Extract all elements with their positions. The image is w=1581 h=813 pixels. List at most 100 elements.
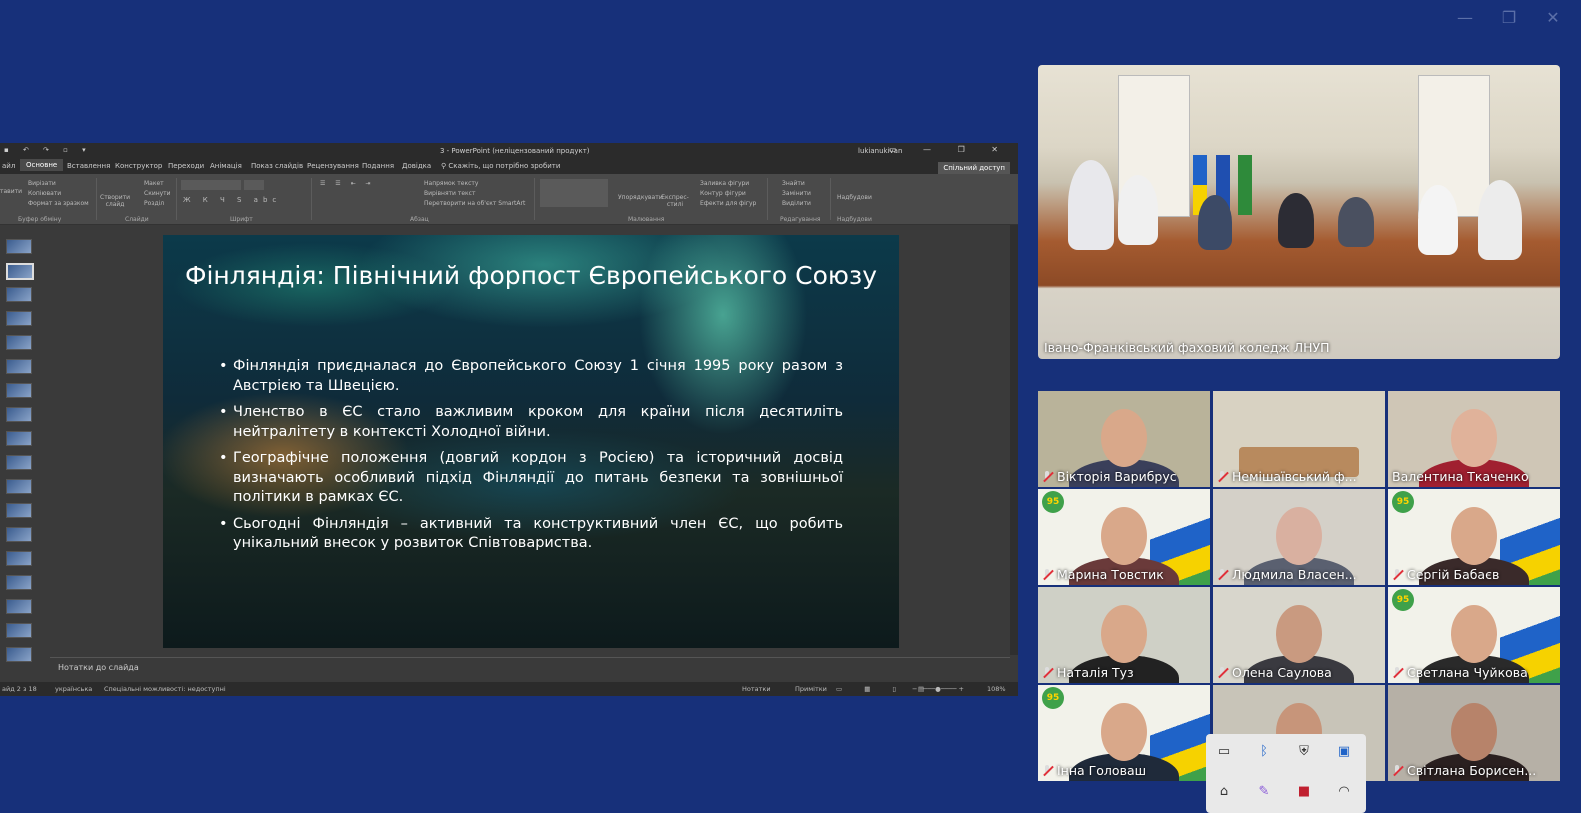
- paragraph-buttons[interactable]: ☰ ☰ ⇤ ⇥: [320, 180, 375, 187]
- participant-tile[interactable]: Світлана Борисен...: [1388, 685, 1560, 781]
- slide-thumbnail[interactable]: [6, 431, 32, 446]
- status-accessibility[interactable]: Спеціальні можливості: недоступні: [104, 685, 226, 693]
- tab-review[interactable]: Рецензування: [307, 162, 359, 170]
- paste-button[interactable]: тавити: [0, 188, 22, 195]
- participant-tile[interactable]: 95 Светлана Чуйкова: [1388, 587, 1560, 683]
- notes-toggle-button[interactable]: Нотатки: [742, 685, 771, 693]
- participant-name: Валентина Ткаченко: [1392, 469, 1529, 484]
- find-button[interactable]: Знайти: [782, 180, 805, 187]
- tellme-box[interactable]: ⚲ Скажіть, що потрібно зробити: [441, 162, 560, 170]
- quick-styles-button[interactable]: Експрес-стилі: [660, 194, 690, 208]
- bullet-item: Фінляндія приєдналася до Європейського С…: [219, 357, 843, 396]
- tab-help[interactable]: Довідка: [402, 162, 431, 170]
- zoom-slider[interactable]: − ────●──── +: [912, 685, 964, 693]
- tab-home[interactable]: Основне: [20, 159, 64, 171]
- participant-tile[interactable]: Валентина Ткаченко: [1388, 391, 1560, 487]
- participant-tile[interactable]: Олена Саулова: [1213, 587, 1385, 683]
- mic-off-icon: [1217, 667, 1228, 678]
- participant-tile[interactable]: 95 Інна Головаш: [1038, 685, 1210, 781]
- slide-thumbnail[interactable]: [6, 599, 32, 614]
- slide-thumbnail[interactable]: [6, 551, 32, 566]
- slide-bullets[interactable]: Фінляндія приєдналася до Європейського С…: [219, 357, 843, 561]
- addins-button[interactable]: Надбудови: [837, 194, 872, 201]
- slide-thumbnail[interactable]: [6, 503, 32, 518]
- ppt-window-controls[interactable]: ▭ — ❐ ✕: [889, 145, 1010, 154]
- shape-fill-button[interactable]: Заливка фігури: [700, 180, 749, 187]
- wifi-icon[interactable]: ◠: [1336, 784, 1352, 800]
- tab-file[interactable]: айл: [2, 162, 15, 170]
- vertical-scrollbar[interactable]: [1010, 225, 1018, 655]
- main-video-tile[interactable]: Івано-Франківський фаховий коледж ЛНУП: [1038, 65, 1560, 359]
- slide-thumbnail[interactable]: [6, 335, 32, 350]
- tab-transitions[interactable]: Переходи: [168, 162, 204, 170]
- pen-icon[interactable]: ✎: [1256, 784, 1272, 800]
- font-name-box[interactable]: [181, 180, 241, 190]
- slide-thumbnail[interactable]: [6, 479, 32, 494]
- slide-thumbnail[interactable]: [6, 575, 32, 590]
- tab-insert[interactable]: Вставлення: [67, 162, 110, 170]
- participant-tile[interactable]: Вікторія Варибрус: [1038, 391, 1210, 487]
- align-text-button[interactable]: Вирівняти текст: [424, 190, 475, 197]
- shape-outline-button[interactable]: Контур фігури: [700, 190, 746, 197]
- tab-design[interactable]: Конструктор: [115, 162, 162, 170]
- copy-button[interactable]: Копіювати: [28, 190, 61, 197]
- participant-tile[interactable]: 95 Марина Товстик: [1038, 489, 1210, 585]
- participant-face: [1451, 703, 1497, 761]
- monitor-icon[interactable]: ▭: [1216, 744, 1232, 760]
- usb-icon[interactable]: ⌂: [1216, 784, 1232, 800]
- group-font: Шрифт: [230, 216, 253, 223]
- shield-icon[interactable]: ⛨: [1296, 744, 1312, 760]
- text-direction-button[interactable]: Напрямок тексту: [424, 180, 478, 187]
- slide-thumbnail[interactable]: [6, 359, 32, 374]
- divider: [311, 178, 312, 220]
- slide-thumbnail[interactable]: [6, 311, 32, 326]
- quick-access-toolbar[interactable]: ▪ ↶ ↷ ▫ ▾: [4, 146, 92, 154]
- layout-button[interactable]: Макет: [144, 180, 164, 187]
- slide-thumbnail[interactable]: [6, 287, 32, 302]
- new-slide-button[interactable]: Створити слайд: [100, 194, 130, 208]
- security-icon[interactable]: ■: [1296, 784, 1312, 800]
- tab-view[interactable]: Подання: [362, 162, 394, 170]
- display-icon[interactable]: ▣: [1336, 744, 1352, 760]
- slide-thumbnail[interactable]: [6, 239, 32, 254]
- slide-thumbnail[interactable]: [6, 383, 32, 398]
- restore-icon[interactable]: ❐: [1499, 8, 1519, 28]
- person: [1478, 180, 1522, 260]
- shapes-gallery[interactable]: [540, 179, 608, 207]
- shape-effects-button[interactable]: Ефекти для фігур: [700, 200, 756, 207]
- slide-thumbnail[interactable]: [6, 647, 32, 662]
- section-button[interactable]: Розділ: [144, 200, 164, 207]
- replace-button[interactable]: Замінити: [782, 190, 811, 197]
- slide-title[interactable]: Фінляндія: Північний форпост Європейсько…: [163, 259, 899, 292]
- system-tray-popup: ▭ ᛒ ⛨ ▣ ⌂ ✎ ■ ◠: [1206, 734, 1366, 813]
- logo-95: 95: [1392, 589, 1414, 611]
- font-size-box[interactable]: [244, 180, 264, 190]
- participant-tile[interactable]: Наталія Туз: [1038, 587, 1210, 683]
- select-button[interactable]: Виділити: [782, 200, 811, 207]
- comments-button[interactable]: Примітки: [795, 685, 827, 693]
- participant-tile[interactable]: Немішаївський ф...: [1213, 391, 1385, 487]
- participant-tile[interactable]: 95 Сергій Бабаєв: [1388, 489, 1560, 585]
- arrange-button[interactable]: Упорядкувати: [618, 194, 663, 201]
- bluetooth-icon[interactable]: ᛒ: [1256, 744, 1272, 760]
- format-painter-button[interactable]: Формат за зразком: [28, 200, 89, 207]
- smartart-button[interactable]: Перетворити на об'єкт SmartArt: [424, 200, 525, 207]
- reset-button[interactable]: Скинути: [144, 190, 171, 197]
- minimize-icon[interactable]: —: [1455, 8, 1475, 28]
- font-format-buttons[interactable]: Ж К Ч S abc: [183, 196, 281, 204]
- slide-thumbnail[interactable]: [6, 623, 32, 638]
- status-language[interactable]: українська: [55, 685, 92, 693]
- group-addins: Надбудови: [837, 216, 872, 223]
- tab-animations[interactable]: Анімація: [210, 162, 242, 170]
- zoom-level[interactable]: 108%: [987, 685, 1006, 693]
- slide-thumbnail[interactable]: [6, 263, 34, 280]
- participant-tile[interactable]: Людмила Власен...: [1213, 489, 1385, 585]
- cut-button[interactable]: Вирізати: [28, 180, 56, 187]
- tab-slideshow[interactable]: Показ слайдів: [251, 162, 303, 170]
- close-icon[interactable]: ✕: [1543, 8, 1563, 28]
- share-button[interactable]: Спільний доступ: [938, 162, 1010, 174]
- notes-pane[interactable]: Нотатки до слайда: [50, 657, 1010, 678]
- slide-thumbnail[interactable]: [6, 407, 32, 422]
- slide-thumbnail[interactable]: [6, 527, 32, 542]
- slide-thumbnail[interactable]: [6, 455, 32, 470]
